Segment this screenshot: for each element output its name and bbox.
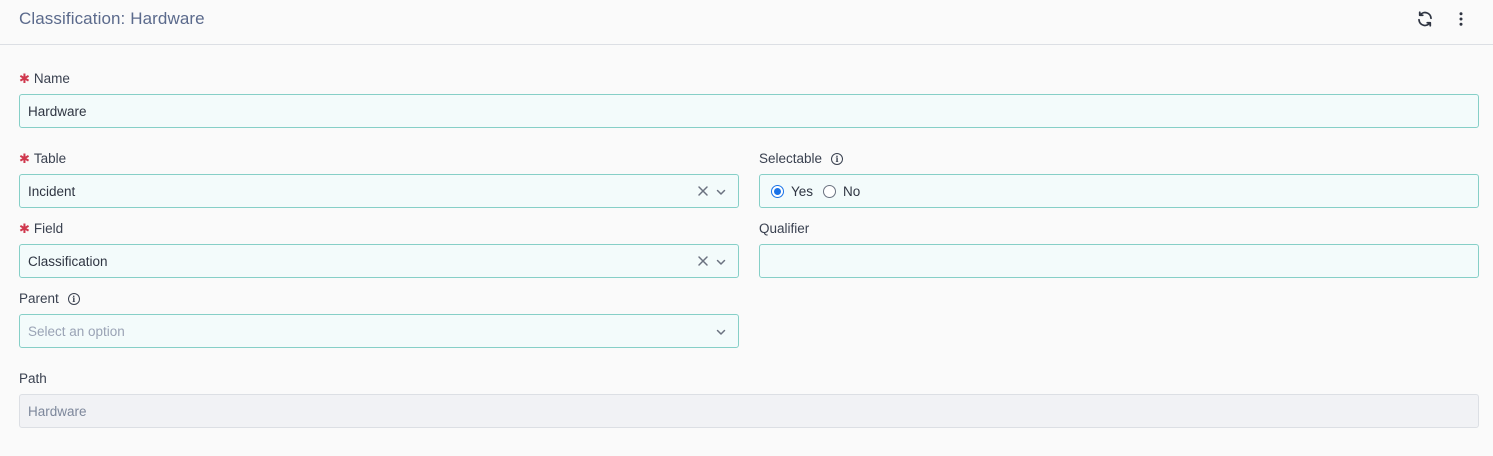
- path-field: Hardware: [19, 394, 1479, 428]
- path-label-text: Path: [19, 371, 47, 386]
- table-select[interactable]: Incident: [19, 174, 739, 208]
- radio-no[interactable]: [823, 184, 837, 198]
- selectable-label: Selectable i: [759, 151, 844, 166]
- qualifier-input[interactable]: [759, 244, 1479, 278]
- required-asterisk-icon: ✱: [19, 221, 30, 236]
- name-input[interactable]: Hardware: [19, 94, 1479, 128]
- info-icon[interactable]: i: [831, 152, 844, 165]
- path-label: Path: [19, 371, 47, 386]
- table-label-text: Table: [33, 151, 67, 166]
- parent-select-placeholder: Select an option: [28, 323, 125, 339]
- required-asterisk-icon: ✱: [19, 151, 30, 166]
- qualifier-label-text: Qualifier: [759, 221, 810, 236]
- page-header: Classification: Hardware: [0, 0, 1493, 45]
- parent-label-text: Parent: [19, 291, 59, 306]
- table-select-value: Incident: [28, 183, 76, 199]
- info-icon[interactable]: i: [67, 292, 80, 305]
- clear-icon[interactable]: [697, 185, 709, 197]
- radio-yes-label[interactable]: Yes: [791, 184, 813, 199]
- parent-label: Parent i: [19, 291, 80, 306]
- radio-yes[interactable]: [771, 184, 784, 198]
- clear-icon[interactable]: [697, 255, 709, 267]
- more-options-button[interactable]: [1448, 6, 1474, 32]
- path-field-value: Hardware: [28, 403, 87, 419]
- field-label: ✱ Field: [19, 221, 63, 236]
- field-select-value: Classification: [28, 253, 108, 269]
- name-label: ✱ Name: [19, 71, 70, 86]
- field-label-text: Field: [33, 221, 64, 236]
- chevron-down-icon[interactable]: [715, 186, 727, 198]
- refresh-icon: [1418, 11, 1432, 27]
- chevron-down-icon[interactable]: [715, 326, 727, 338]
- selectable-radio-group: Yes No: [759, 174, 1479, 208]
- table-label: ✱ Table: [19, 151, 66, 166]
- selectable-label-text: Selectable: [759, 151, 823, 166]
- more-vertical-icon: [1459, 12, 1463, 26]
- chevron-down-icon[interactable]: [715, 256, 727, 268]
- required-asterisk-icon: ✱: [19, 71, 30, 86]
- radio-no-label[interactable]: No: [843, 184, 860, 199]
- qualifier-label: Qualifier: [759, 221, 809, 236]
- field-select[interactable]: Classification: [19, 244, 739, 278]
- name-input-value: Hardware: [28, 103, 87, 119]
- refresh-button[interactable]: [1412, 6, 1438, 32]
- page-title: Classification: Hardware: [19, 9, 205, 28]
- parent-select[interactable]: Select an option: [19, 314, 739, 348]
- name-label-text: Name: [33, 71, 70, 86]
